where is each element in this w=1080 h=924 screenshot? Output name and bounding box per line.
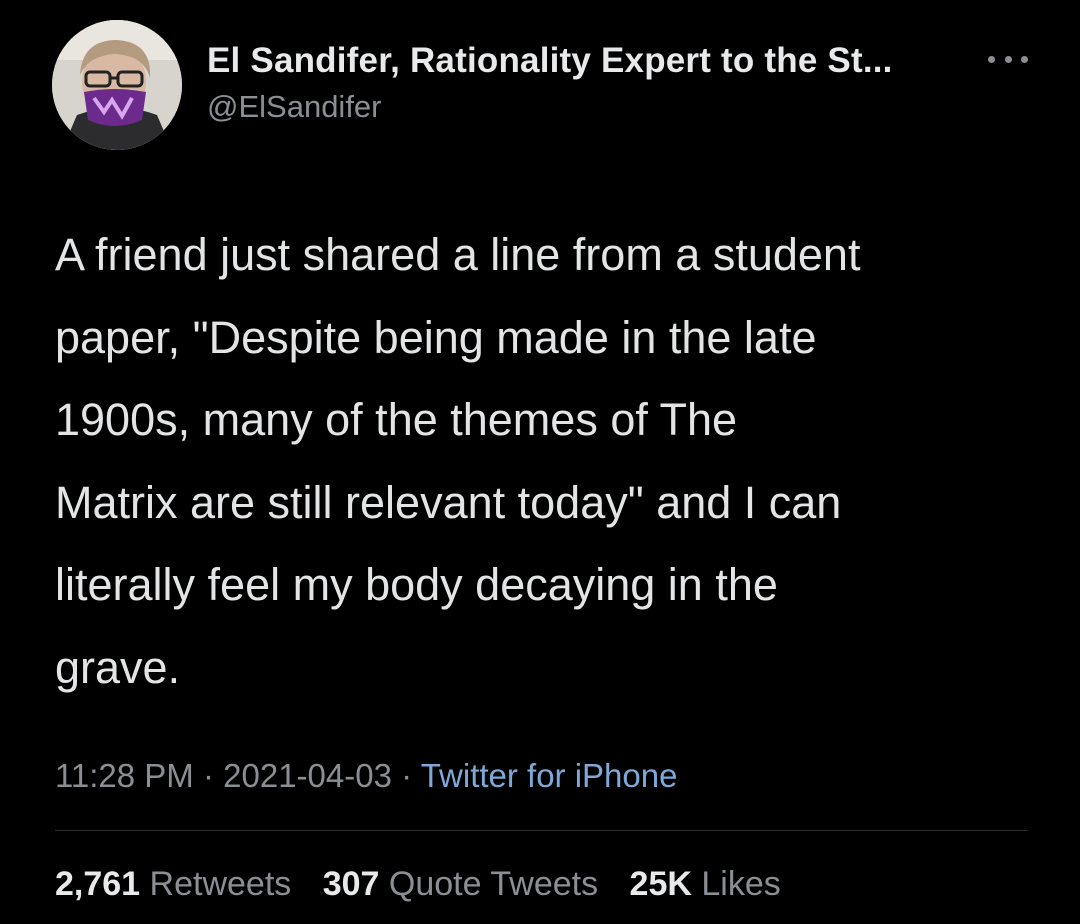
tweet-text: A friend just shared a line from a stude… xyxy=(55,229,861,693)
user-handle[interactable]: @ElSandifer xyxy=(207,89,382,125)
dot-icon xyxy=(1021,55,1028,63)
meta-separator: · xyxy=(391,757,421,794)
likes-label: Likes xyxy=(701,865,781,903)
dot-icon xyxy=(988,55,995,63)
likes-stat[interactable]: 25K Likes xyxy=(630,865,781,903)
avatar[interactable] xyxy=(52,20,182,150)
tweet-time[interactable]: 11:28 PM xyxy=(55,757,194,794)
tweet-date[interactable]: 2021-04-03 xyxy=(223,757,392,794)
quote-tweets-count: 307 xyxy=(322,865,380,903)
more-options-icon[interactable] xyxy=(988,44,1028,74)
tweet-source-link[interactable]: Twitter for iPhone xyxy=(421,757,678,794)
divider xyxy=(55,830,1028,831)
retweets-count: 2,761 xyxy=(55,865,141,903)
tweet-stats: 2,761 Retweets 307 Quote Tweets 25K Like… xyxy=(55,865,803,904)
display-name[interactable]: El Sandifer, Rationality Expert to the S… xyxy=(207,41,893,81)
retweets-label: Retweets xyxy=(149,865,292,903)
tweet-meta: 11:28 PM · 2021-04-03 · Twitter for iPho… xyxy=(55,757,677,795)
tweet: El Sandifer, Rationality Expert to the S… xyxy=(0,0,1080,924)
quote-tweets-stat[interactable]: 307 Quote Tweets xyxy=(323,865,598,903)
quote-tweets-label: Quote Tweets xyxy=(388,865,599,903)
avatar-image xyxy=(52,20,182,150)
retweets-stat[interactable]: 2,761 Retweets xyxy=(55,865,291,903)
likes-count: 25K xyxy=(629,865,692,903)
meta-separator: · xyxy=(193,757,224,794)
dot-icon xyxy=(1004,55,1012,63)
